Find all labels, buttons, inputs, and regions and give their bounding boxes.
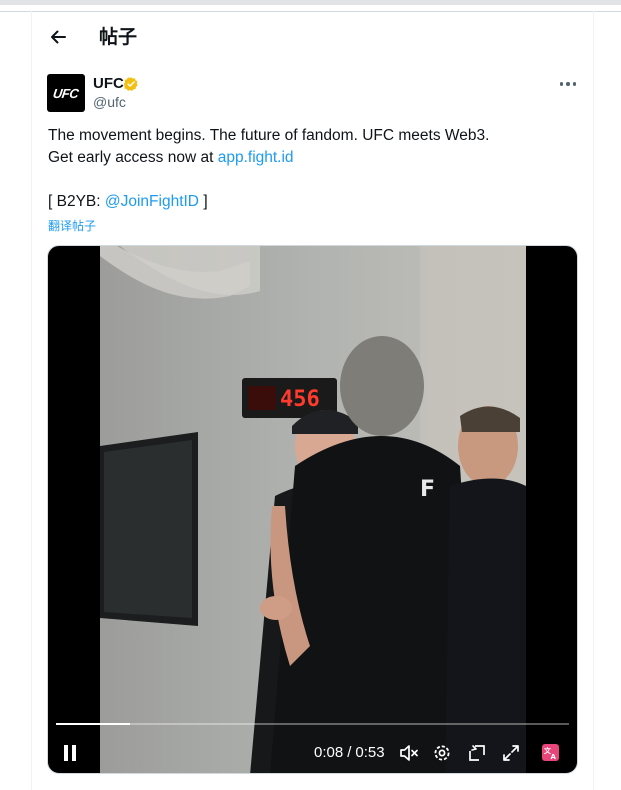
video-frame: 456 F [100,246,526,773]
volume-muted-icon [400,745,418,761]
pause-icon [64,745,76,761]
video-scene: 456 F [100,246,526,773]
translate-post-link[interactable]: 翻译帖子 [48,217,96,234]
translate-icon: 文 A [544,746,557,761]
page-header: 帖子 [32,12,593,62]
tweet-line-2: Get early access now at app.fight.id [48,147,578,169]
arrow-left-icon [51,30,66,44]
avatar-logo-text: UFC [52,85,80,101]
tweet-line-3-suffix: ] [199,193,208,210]
scoreboard-digits: 456 [280,387,320,412]
tweet-text: The movement begins. The future of fando… [48,125,578,213]
verified-badge-icon [123,77,138,91]
more-options-button[interactable] [557,76,579,92]
author-name[interactable]: UFC [93,75,124,93]
tweet-line-3: [ B2YB: @JoinFightID ] [48,191,578,213]
tweet-line-3-prefix: [ B2YB: [48,193,105,210]
tweet-line-2-prefix: Get early access now at [48,149,218,166]
author-handle[interactable]: @ufc [93,94,126,111]
back-button[interactable] [46,25,70,49]
column-border-right [593,11,594,790]
more-dots-icon [559,82,564,86]
svg-text:A: A [551,753,557,761]
settings-button[interactable] [432,743,452,763]
time-separator: / [347,744,352,761]
mention-link[interactable]: @JoinFightID [105,193,199,210]
top-bar [0,0,621,5]
gear-icon [434,745,450,761]
mute-button[interactable] [399,744,419,762]
current-time: 0:08 [314,744,344,761]
svg-text:F: F [420,477,435,502]
fullscreen-button[interactable] [501,743,521,763]
translate-extension-button[interactable]: 文 A [542,744,559,761]
video-progress-fill [56,723,131,725]
app-fight-link[interactable]: app.fight.id [218,149,294,166]
avatar[interactable]: UFC [47,74,85,112]
video-progress-bar[interactable] [56,723,569,725]
more-dot [566,82,570,86]
fullscreen-icon [503,745,519,761]
more-dot [572,82,577,86]
video-player[interactable]: 456 F 0:08/0:53 文 A [47,245,578,774]
column-border-left [31,11,32,790]
pause-button[interactable] [62,744,78,762]
tweet-line-1: The movement begins. The future of fando… [48,127,490,144]
picture-in-picture-icon [469,745,485,761]
video-time: 0:08/0:53 [314,744,385,762]
duration: 0:53 [355,744,385,761]
picture-in-picture-button[interactable] [467,743,487,763]
page-title: 帖子 [99,26,138,48]
